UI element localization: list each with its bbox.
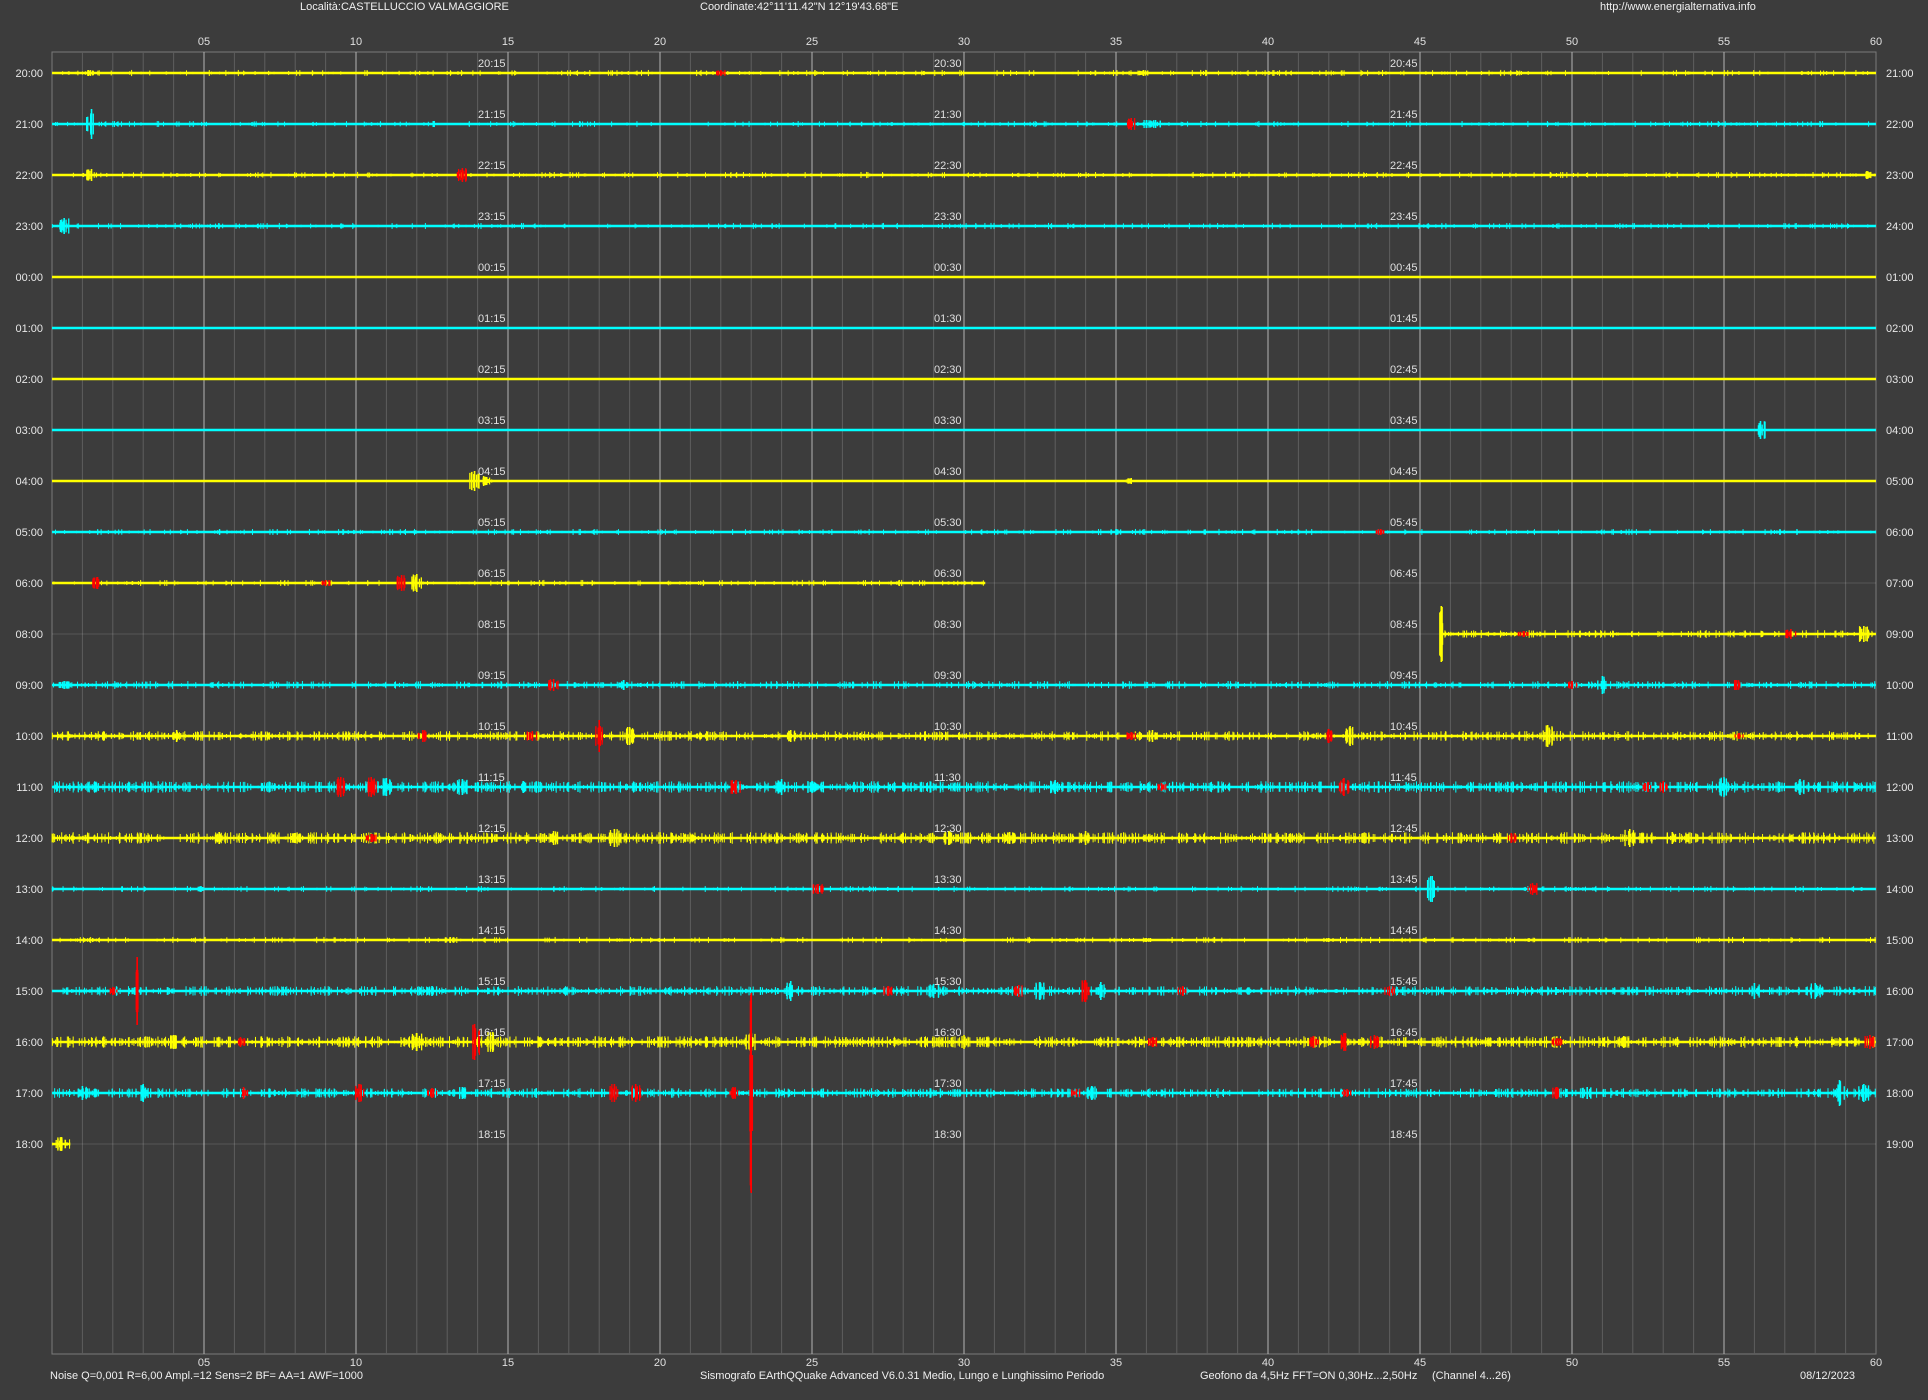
seismogram-chart: 0505101015152020252530303535404045455050…: [15, 36, 1913, 1369]
chart-grid: [51, 51, 1877, 1355]
